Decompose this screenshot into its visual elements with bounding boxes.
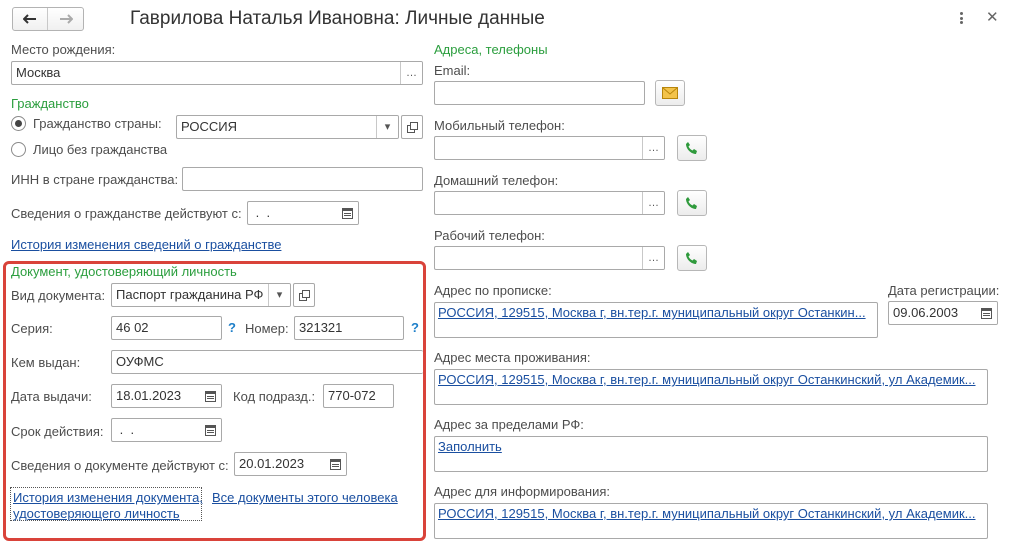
series-help-icon[interactable]: ?	[228, 320, 236, 335]
send-email-button[interactable]	[655, 80, 685, 106]
phone-icon	[686, 252, 697, 264]
reg-address-label: Адрес по прописке:	[434, 283, 552, 298]
open-link-icon	[298, 289, 310, 301]
citizenship-country-label: Гражданство страны:	[33, 116, 162, 131]
citizenship-valid-label: Сведения о гражданстве действуют с:	[11, 206, 242, 221]
open-document-type-button[interactable]	[293, 283, 315, 307]
call-mobile-button[interactable]	[677, 135, 707, 161]
document-type-select[interactable]: Паспорт гражданина РФ ▾	[111, 283, 291, 307]
calendar-button[interactable]	[199, 385, 221, 407]
series-label: Серия:	[11, 321, 53, 336]
calendar-button[interactable]	[975, 302, 997, 324]
abroad-address-field[interactable]: Заполнить	[434, 436, 988, 472]
number-help-icon[interactable]: ?	[411, 320, 419, 335]
calendar-icon	[329, 458, 341, 470]
document-valid-date[interactable]: 20.01.2023	[234, 452, 347, 476]
document-history-link[interactable]: История изменения документа, удостоверяю…	[10, 487, 203, 521]
residence-address-link[interactable]: РОССИЯ, 129515, Москва г, вн.тер.г. муни…	[438, 372, 976, 387]
birthplace-select-button[interactable]: …	[400, 62, 422, 84]
info-address-field[interactable]: РОССИЯ, 129515, Москва г, вн.тер.г. муни…	[434, 503, 988, 539]
document-type-label: Вид документа:	[11, 288, 106, 303]
phone-icon	[686, 142, 697, 154]
inn-label: ИНН в стране гражданства:	[11, 172, 179, 187]
number-input[interactable]: 321321	[294, 316, 404, 340]
open-country-button[interactable]	[401, 115, 423, 139]
document-valid-label: Сведения о документе действуют с:	[11, 458, 229, 473]
abroad-fill-link[interactable]: Заполнить	[438, 439, 502, 454]
email-label: Email:	[434, 63, 471, 78]
number-label: Номер:	[245, 321, 289, 336]
arrow-left-icon	[23, 14, 36, 24]
calendar-icon	[204, 424, 216, 436]
abroad-address-label: Адрес за пределами РФ:	[434, 417, 584, 432]
work-phone-label: Рабочий телефон:	[434, 228, 545, 243]
close-icon[interactable]: ✕	[986, 10, 999, 26]
addresses-section-title: Адреса, телефоны	[434, 42, 548, 57]
work-phone-select-button[interactable]: …	[642, 247, 664, 269]
mobile-phone-input[interactable]: …	[434, 136, 665, 160]
home-phone-label: Домашний телефон:	[434, 173, 559, 188]
reg-address-link[interactable]: РОССИЯ, 129515, Москва г, вн.тер.г. муни…	[438, 305, 866, 320]
home-phone-select-button[interactable]: …	[642, 192, 664, 214]
inn-input[interactable]	[182, 167, 423, 191]
work-phone-input[interactable]: …	[434, 246, 665, 270]
reg-date-input[interactable]: 09.06.2003	[888, 301, 998, 325]
chevron-down-icon[interactable]: ▾	[268, 284, 290, 306]
back-button[interactable]	[13, 8, 49, 30]
series-input[interactable]: 46 02	[111, 316, 222, 340]
window-title: Гаврилова Наталья Ивановна: Личные данны…	[130, 8, 545, 29]
issued-by-input[interactable]: ОУФМС	[111, 350, 423, 374]
citizenship-section-title: Гражданство	[11, 96, 89, 111]
residence-address-field[interactable]: РОССИЯ, 129515, Москва г, вн.тер.г. муни…	[434, 369, 988, 405]
issued-by-label: Кем выдан:	[11, 355, 81, 370]
calendar-icon	[980, 307, 992, 319]
reg-address-field[interactable]: РОССИЯ, 129515, Москва г, вн.тер.г. муни…	[434, 302, 878, 338]
calendar-icon	[341, 207, 353, 219]
expiry-date-input[interactable]: . .	[111, 418, 222, 442]
more-menu-icon[interactable]	[957, 10, 965, 26]
all-documents-link[interactable]: Все документы этого человека	[212, 490, 398, 506]
phone-icon	[686, 197, 697, 209]
citizenship-valid-date[interactable]: . .	[247, 201, 359, 225]
forward-button[interactable]	[48, 8, 83, 30]
chevron-down-icon[interactable]: ▾	[376, 116, 398, 138]
home-phone-input[interactable]: …	[434, 191, 665, 215]
calendar-button[interactable]	[324, 453, 346, 475]
reg-date-label: Дата регистрации:	[888, 283, 1000, 298]
citizenship-country-select[interactable]: РОССИЯ ▾	[176, 115, 399, 139]
stateless-label: Лицо без гражданства	[33, 142, 168, 157]
citizenship-history-link[interactable]: История изменения сведений о гражданстве	[11, 237, 281, 253]
info-address-link[interactable]: РОССИЯ, 129515, Москва г, вн.тер.г. муни…	[438, 506, 976, 521]
open-link-icon	[406, 121, 418, 133]
birthplace-input[interactable]: Москва …	[11, 61, 423, 85]
email-input[interactable]	[434, 81, 645, 105]
stateless-radio[interactable]	[11, 142, 26, 157]
call-home-button[interactable]	[677, 190, 707, 216]
info-address-label: Адрес для информирования:	[434, 484, 610, 499]
dept-code-input[interactable]: 770-072	[323, 384, 394, 408]
arrow-right-icon	[59, 14, 73, 24]
document-section-title: Документ, удостоверяющий личность	[11, 264, 237, 279]
issue-date-label: Дата выдачи:	[11, 389, 92, 404]
dept-code-label: Код подразд.:	[233, 389, 316, 404]
envelope-icon	[662, 87, 678, 99]
mobile-phone-select-button[interactable]: …	[642, 137, 664, 159]
residence-label: Адрес места проживания:	[434, 350, 591, 365]
calendar-button[interactable]	[336, 202, 358, 224]
mobile-phone-label: Мобильный телефон:	[434, 118, 565, 133]
call-work-button[interactable]	[677, 245, 707, 271]
citizenship-country-radio[interactable]	[11, 116, 26, 131]
issue-date-input[interactable]: 18.01.2023	[111, 384, 222, 408]
nav-group	[12, 7, 84, 31]
calendar-icon	[204, 390, 216, 402]
calendar-button[interactable]	[199, 419, 221, 441]
expiry-label: Срок действия:	[11, 424, 104, 439]
birthplace-label: Место рождения:	[11, 42, 116, 57]
